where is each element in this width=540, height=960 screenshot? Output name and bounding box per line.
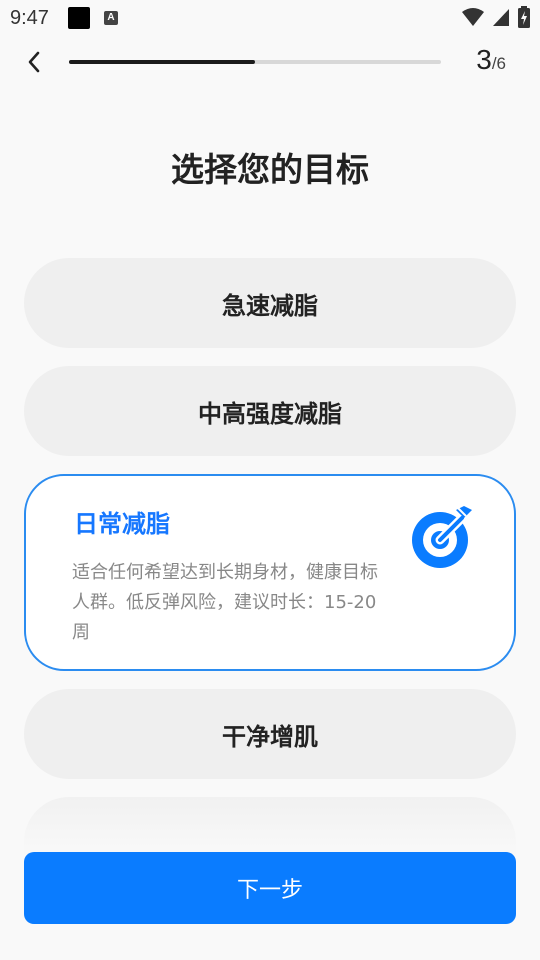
battery-icon <box>518 6 530 28</box>
wifi-icon <box>462 8 484 26</box>
progress-fill <box>69 60 255 64</box>
status-time: 9:47 <box>10 7 49 29</box>
signal-icon <box>493 9 509 26</box>
goal-label: 中高强度减脂 <box>198 399 342 428</box>
next-step-button[interactable]: 下一步 <box>24 852 516 924</box>
page-title: 选择您的目标 <box>171 150 369 189</box>
goal-description: 适合任何希望达到长期身材，健康目标人群。低反弹风险，建议时长：15-20周 <box>72 562 378 643</box>
goal-label: 急速减脂 <box>222 291 318 320</box>
step-counter: 3/6 <box>476 44 506 76</box>
notification-app-icon <box>68 7 90 29</box>
status-bar: 9:47 A <box>0 0 540 36</box>
step-current: 3 <box>476 44 492 75</box>
goal-label: 日常减脂 <box>74 510 170 538</box>
back-button[interactable] <box>18 44 50 80</box>
goal-option-daily-fat-loss-selected[interactable]: 日常减脂 适合任何希望达到长期身材，健康目标人群。低反弹风险，建议时长：15-2… <box>24 474 516 671</box>
goal-label: 干净增肌 <box>222 722 318 751</box>
target-icon <box>412 506 472 568</box>
goal-option-high-intensity-fat-loss[interactable]: 中高强度减脂 <box>24 366 516 456</box>
goal-option-clean-bulk[interactable]: 干净增肌 <box>24 689 516 779</box>
progress-bar <box>69 60 441 64</box>
status-icons <box>462 6 530 28</box>
step-total: /6 <box>491 54 506 73</box>
notification-a-icon: A <box>104 11 118 25</box>
goal-option-rapid-fat-loss[interactable]: 急速减脂 <box>24 258 516 348</box>
chevron-left-icon <box>28 51 40 73</box>
goal-option-partial[interactable] <box>24 797 516 857</box>
goal-selection-screen: 9:47 A 3/6 选择您的目标 急速减脂 中高强度减脂 日常减脂 适合任何希… <box>0 0 540 960</box>
